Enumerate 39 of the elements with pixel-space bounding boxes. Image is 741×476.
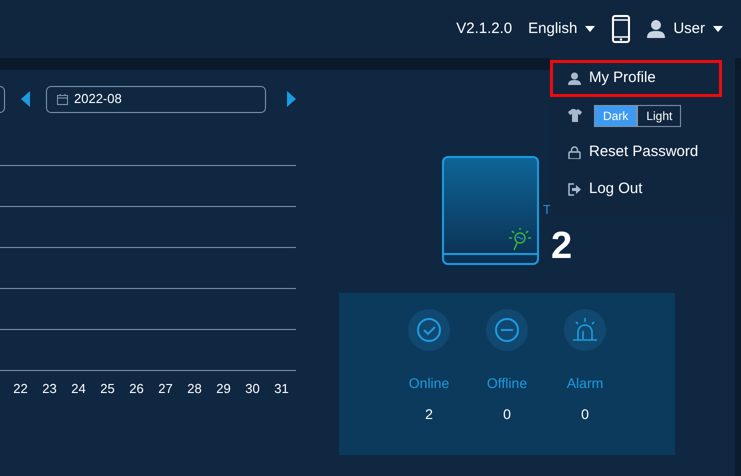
axis-label: 27: [157, 380, 174, 398]
axis-label: 30: [244, 380, 261, 398]
caret-icon: [585, 26, 596, 32]
version-text: V2.1.2.0: [456, 18, 512, 39]
select-field[interactable]: [0, 86, 5, 112]
mobile-phone-icon: [611, 15, 632, 43]
axis-label: 25: [99, 380, 116, 398]
menu-item[interactable]: My Profile: [550, 60, 722, 97]
shirt-icon: [568, 109, 582, 122]
axis-label: 24: [70, 380, 87, 398]
status-label: Alarm: [566, 374, 604, 393]
user-dropdown[interactable]: User: [647, 18, 723, 40]
caret-icon: [713, 26, 723, 32]
logout-icon: [568, 183, 581, 196]
status-count: 2: [425, 405, 433, 424]
lock-icon: [568, 146, 581, 159]
left-arrow-icon: [21, 90, 30, 107]
right-arrow-icon: [287, 90, 296, 107]
lightbulb-icon: [507, 227, 533, 253]
calendar-icon: [57, 94, 68, 104]
device-count: 2: [551, 227, 572, 265]
language-dropdown[interactable]: English: [528, 18, 596, 40]
status-count: 0: [581, 405, 589, 424]
theme-option[interactable]: Light: [637, 104, 682, 126]
status-label: Online: [408, 374, 450, 393]
axis-label: 31: [273, 380, 290, 398]
axis-label: 29: [215, 380, 232, 398]
status-count: 0: [503, 405, 511, 424]
person-icon: [568, 72, 581, 85]
axis-label: 23: [41, 380, 58, 398]
menu-item[interactable]: Reset Password: [550, 134, 722, 171]
status-label: Offline: [486, 374, 528, 393]
axis-label: 26: [128, 380, 145, 398]
device-label: T: [543, 200, 552, 218]
date-field[interactable]: 2022-08: [46, 86, 266, 112]
axis-label: 28: [186, 380, 203, 398]
axis-label: 22: [12, 380, 29, 398]
person-icon: [647, 20, 666, 38]
menu-item[interactable]: Log Out: [550, 171, 722, 208]
